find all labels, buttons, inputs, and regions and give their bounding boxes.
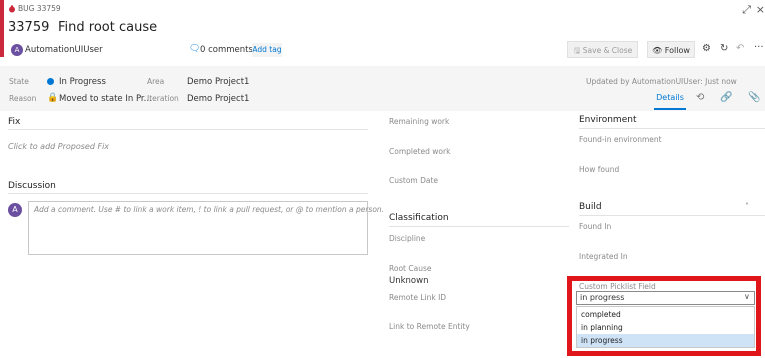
iteration-label: Iteration — [147, 94, 179, 103]
area-label: Area — [147, 77, 165, 86]
discussion-heading: Discussion — [8, 181, 56, 191]
iteration-value[interactable]: Demo Project1 — [187, 94, 249, 104]
assigned-user[interactable]: AutomationUIUser — [25, 45, 103, 55]
state-value[interactable]: In Progress — [59, 77, 106, 87]
state-dot-icon — [47, 78, 54, 85]
found-in-label: Found In — [579, 222, 612, 231]
link-to-remote-entity-label: Link to Remote Entity — [389, 322, 470, 331]
remaining-work-label: Remaining work — [389, 117, 450, 126]
comments-count[interactable]: 0 comments — [200, 45, 253, 55]
reason-value[interactable]: Moved to state In Pr... — [59, 94, 152, 104]
add-tag-button[interactable]: Add tag — [252, 43, 282, 57]
attachment-icon[interactable]: 📎 — [748, 92, 760, 103]
divider — [579, 215, 765, 216]
remote-link-id-label: Remote Link ID — [389, 293, 447, 302]
bug-icon — [9, 5, 15, 13]
work-item-id: 33759 — [8, 20, 50, 35]
classification-heading: Classification — [389, 213, 449, 223]
save-icon: 🖫 — [574, 46, 583, 55]
tab-details[interactable]: Details — [654, 93, 686, 102]
close-icon[interactable]: × — [756, 3, 765, 16]
divider — [8, 193, 368, 194]
follow-label: Follow — [664, 46, 690, 55]
work-item-type-label: BUG 33759 — [18, 4, 61, 13]
comment-placeholder: Add a comment. Use # to link a work item… — [34, 205, 385, 214]
save-close-label: Save & Close — [582, 46, 633, 55]
refresh-icon[interactable]: ↻ — [720, 43, 728, 54]
area-value[interactable]: Demo Project1 — [187, 77, 249, 87]
updated-by-text: Updated by AutomationUIUser: Just now — [586, 77, 737, 86]
fix-heading: Fix — [8, 117, 21, 127]
save-close-button[interactable]: 🖫 Save & Close ▾ — [567, 41, 638, 72]
work-item-title[interactable]: Find root cause — [58, 20, 157, 35]
highlight-box — [567, 276, 761, 356]
divider — [389, 226, 569, 227]
gear-icon[interactable]: ⚙ — [702, 43, 711, 54]
follow-button[interactable]: 👁 Follow — [647, 41, 695, 58]
divider — [579, 128, 765, 129]
divider — [8, 129, 368, 130]
found-in-environment-label: Found-in environment — [579, 135, 662, 144]
avatar: A — [8, 203, 22, 217]
work-item-type-accent — [0, 0, 4, 57]
avatar: A — [11, 44, 23, 56]
integrated-in-label: Integrated In — [579, 252, 628, 261]
completed-work-label: Completed work — [389, 147, 451, 156]
reason-label: Reason — [9, 94, 37, 103]
state-label: State — [9, 77, 29, 86]
link-icon[interactable]: 🔗 — [720, 92, 732, 103]
proposed-fix-field[interactable]: Click to add Proposed Fix — [8, 142, 109, 151]
chevron-up-icon[interactable]: ˄ — [745, 202, 749, 211]
lock-icon: 🔒 — [47, 93, 59, 103]
root-cause-value[interactable]: Unknown — [389, 276, 428, 286]
how-found-label: How found — [579, 165, 620, 174]
eye-icon: 👁 — [652, 46, 665, 55]
comment-icon: 🗨 — [189, 44, 201, 54]
expand-icon[interactable]: ⤢ — [742, 3, 751, 17]
root-cause-label: Root Cause — [389, 264, 432, 273]
history-icon[interactable]: ⟲ — [696, 92, 704, 103]
discipline-label: Discipline — [389, 234, 426, 243]
custom-date-label: Custom Date — [389, 176, 439, 185]
active-tab-indicator — [654, 108, 686, 110]
undo-icon[interactable]: ↶ — [736, 43, 744, 54]
state-band — [0, 66, 765, 111]
more-actions-icon[interactable]: ··· — [754, 42, 764, 53]
build-heading: Build — [579, 202, 602, 212]
environment-heading: Environment — [579, 115, 637, 125]
